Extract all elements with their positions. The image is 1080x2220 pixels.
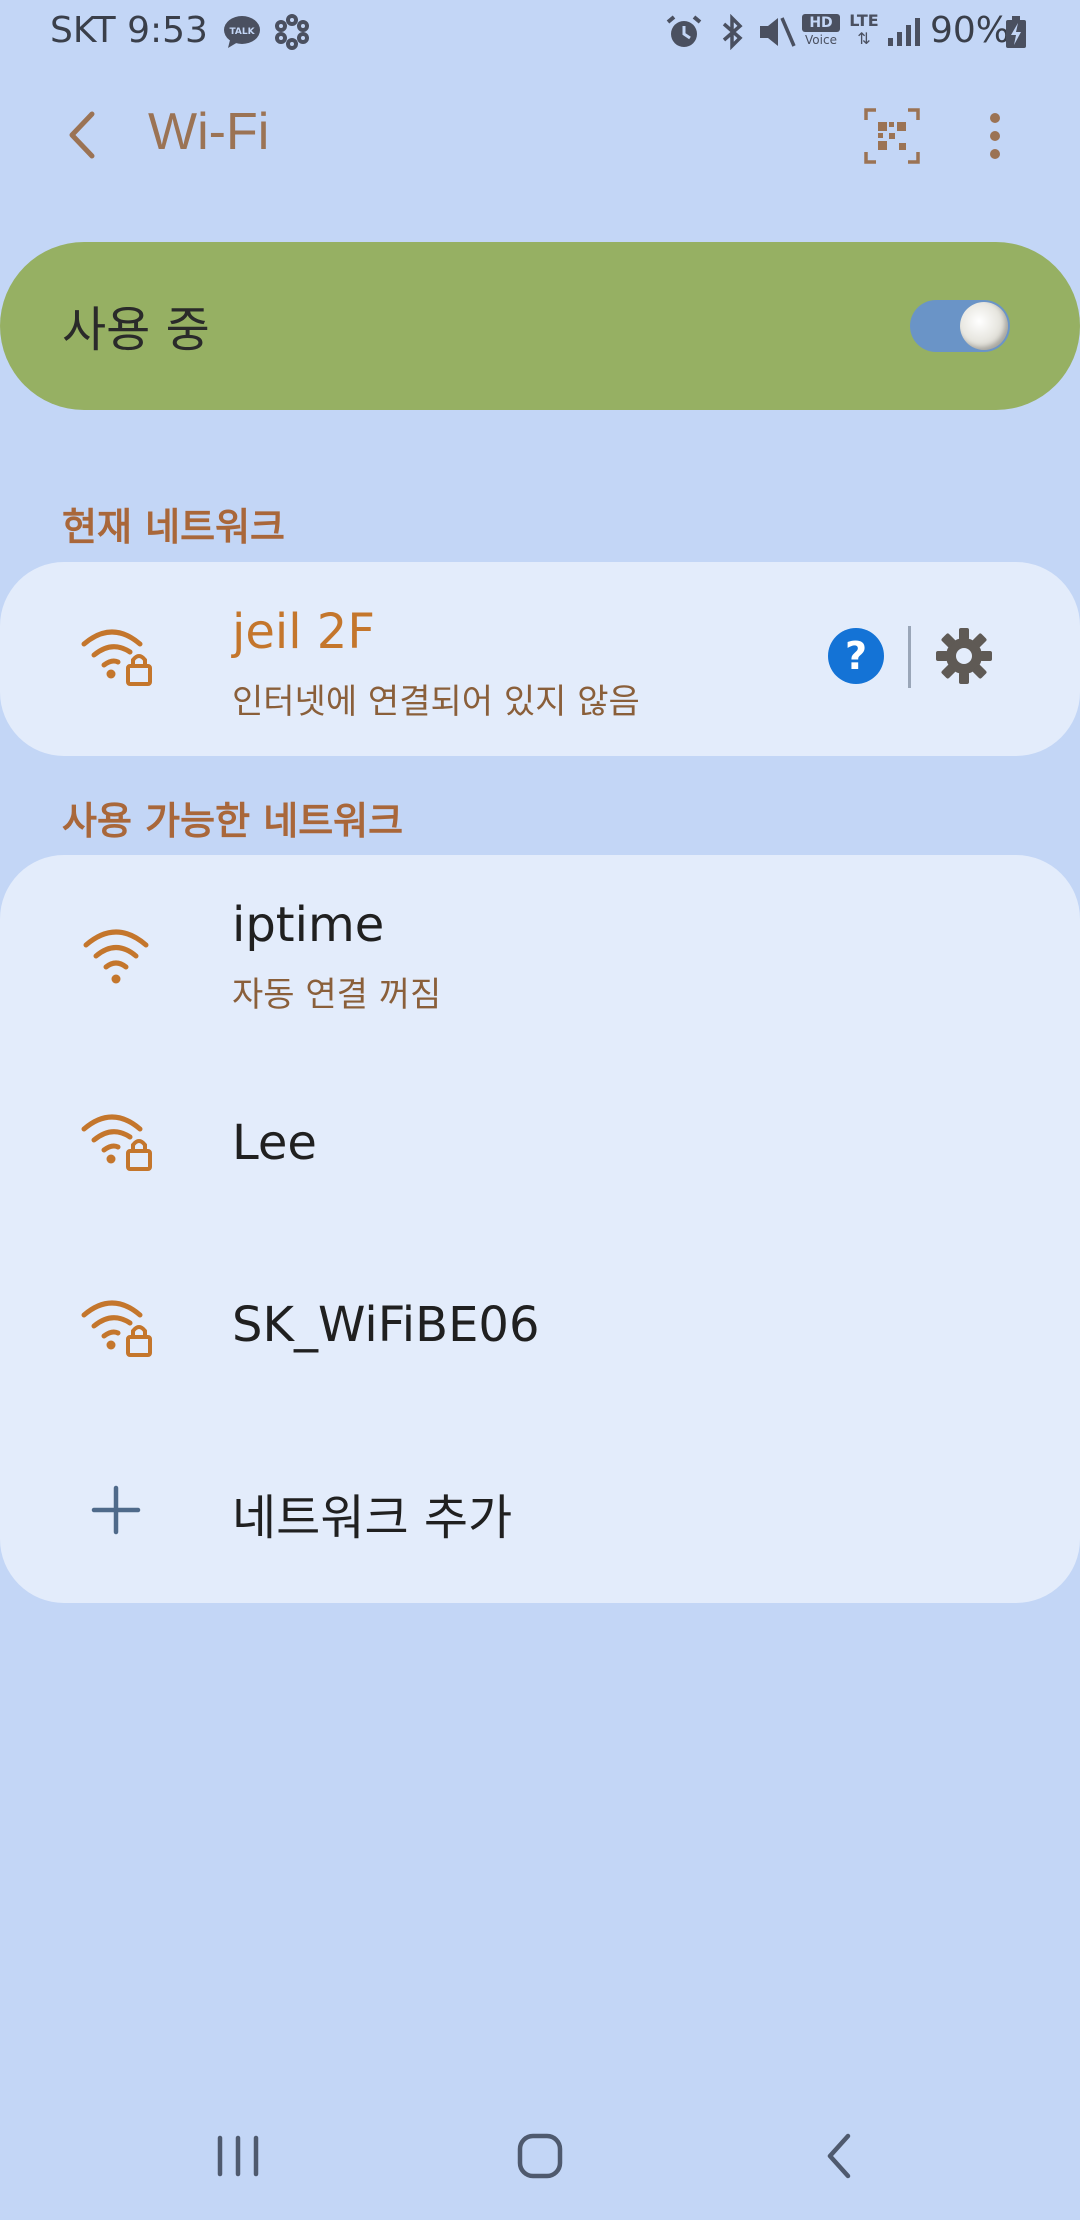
wifi-icon: [83, 929, 149, 984]
wifi-lock-icon: [81, 1300, 152, 1357]
flower-icon: [275, 14, 309, 50]
network-row[interactable]: SK_WiFiBE06: [0, 1235, 1080, 1415]
network-row[interactable]: Lee: [0, 1055, 1080, 1235]
back-arrow-icon[interactable]: [52, 102, 118, 168]
network-name: SK_WiFiBE06: [232, 1297, 540, 1353]
navigation-bar: [0, 2100, 1080, 2220]
help-icon[interactable]: ?: [828, 628, 884, 684]
divider: [908, 626, 911, 688]
carrier-time: SKT 9:53: [50, 10, 208, 51]
current-network-row[interactable]: jeil 2F 인터넷에 연결되어 있지 않음: [0, 562, 1080, 756]
home-icon[interactable]: [500, 2120, 580, 2192]
add-network-row[interactable]: 네트워크 추가: [0, 1420, 1080, 1600]
current-network-header: 현재 네트워크: [62, 505, 285, 549]
lte-icon: LTE ⇅: [849, 11, 879, 48]
network-name: iptime: [232, 897, 385, 953]
hd-voice-icon: HD Voice: [802, 14, 840, 50]
signal-icon: [888, 18, 920, 46]
bluetooth-icon: [722, 14, 743, 50]
wifi-lock-icon: [81, 629, 152, 686]
wifi-lock-icon: [81, 1114, 152, 1171]
battery-percent: 90%: [930, 10, 1011, 51]
settings-gear-icon[interactable]: [934, 626, 994, 686]
toggle-label: 사용 중: [62, 302, 210, 358]
app-bar: Wi-Fi: [0, 80, 1080, 190]
back-icon[interactable]: [802, 2120, 882, 2192]
add-network-label: 네트워크 추가: [232, 1490, 513, 1546]
svg-text:TALK: TALK: [229, 27, 255, 37]
alarm-icon: [666, 15, 702, 47]
qr-code-icon[interactable]: [862, 106, 922, 166]
switch-knob: [960, 302, 1008, 350]
network-name: Lee: [232, 1115, 317, 1171]
status-bar: SKT 9:53 TALK HD Voice LTE ⇅ 90%: [0, 0, 1080, 66]
network-status: 자동 연결 꺼짐: [232, 975, 442, 1015]
wifi-switch[interactable]: [910, 300, 1010, 352]
plus-icon: [91, 1485, 141, 1535]
page-title: Wi-Fi: [148, 103, 270, 161]
more-options-icon[interactable]: [970, 106, 1020, 166]
wifi-master-toggle[interactable]: 사용 중: [0, 242, 1080, 410]
network-row[interactable]: iptime 자동 연결 꺼짐: [0, 855, 1080, 1055]
talk-icon: TALK: [224, 16, 260, 48]
available-networks-header: 사용 가능한 네트워크: [62, 799, 404, 843]
current-network-name: jeil 2F: [232, 604, 375, 660]
current-network-status: 인터넷에 연결되어 있지 않음: [232, 682, 640, 722]
battery-charging-icon: [1006, 16, 1026, 48]
recent-apps-icon[interactable]: [198, 2120, 278, 2192]
mute-icon: [760, 17, 796, 47]
